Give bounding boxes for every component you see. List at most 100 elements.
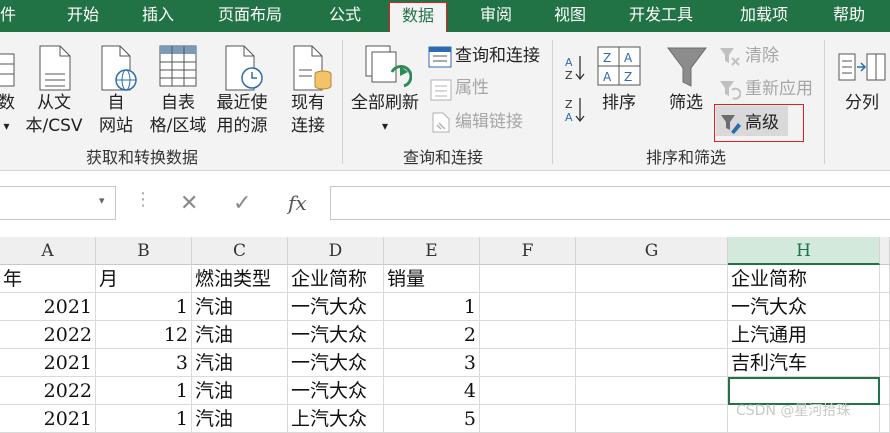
tab-file[interactable]: 件: [0, 0, 16, 32]
from-table-range-button[interactable]: 自表 格/区域: [146, 92, 210, 138]
edit-links-button[interactable]: 编辑链接: [455, 111, 523, 134]
tab-addins[interactable]: 加载项: [740, 0, 788, 32]
name-box-dropdown-icon[interactable]: ▾: [99, 194, 105, 207]
cell-d5[interactable]: 一汽大众: [288, 377, 384, 405]
cell-i4[interactable]: [880, 349, 890, 377]
cell-a2[interactable]: 2021: [0, 293, 96, 321]
clear-button[interactable]: 清除: [745, 45, 779, 68]
get-data-button[interactable]: 数 ▾: [0, 92, 15, 138]
tab-data[interactable]: 数据: [389, 2, 448, 32]
cell-i2[interactable]: [880, 293, 890, 321]
cell-d4[interactable]: 一汽大众: [288, 349, 384, 377]
advanced-filter-icon: [721, 115, 741, 134]
cell-f4[interactable]: [480, 349, 576, 377]
table-icon: [159, 45, 197, 87]
tab-review[interactable]: 审阅: [480, 0, 512, 32]
cell-a6[interactable]: 2021: [0, 405, 96, 433]
cell-e3[interactable]: 2: [384, 321, 480, 349]
cell-d1[interactable]: 企业简称: [288, 265, 384, 293]
cell-h4[interactable]: 吉利汽车: [728, 349, 880, 377]
cell-i5[interactable]: [880, 377, 890, 405]
existing-connections-button[interactable]: 现有 连接: [286, 92, 330, 138]
tab-help[interactable]: 帮助: [833, 0, 865, 32]
cell-i3[interactable]: [880, 321, 890, 349]
cell-a5[interactable]: 2022: [0, 377, 96, 405]
column-header-a[interactable]: A: [0, 237, 96, 265]
tab-insert[interactable]: 插入: [142, 0, 174, 32]
cell-a4[interactable]: 2021: [0, 349, 96, 377]
tab-developer[interactable]: 开发工具: [629, 0, 693, 32]
cell-c6[interactable]: 汽油: [192, 405, 288, 433]
column-header-c[interactable]: C: [192, 237, 288, 265]
column-header-e[interactable]: E: [384, 237, 480, 265]
column-header-b[interactable]: B: [96, 237, 192, 265]
insert-function-icon[interactable]: fx: [288, 191, 307, 215]
cell-f6[interactable]: [480, 405, 576, 433]
refresh-all-button[interactable]: 全部刷新 ▾: [346, 92, 424, 138]
recent-sources-button[interactable]: 最近使 用的源: [212, 92, 272, 138]
column-header-g[interactable]: G: [576, 237, 728, 265]
cell-c5[interactable]: 汽油: [192, 377, 288, 405]
formula-input[interactable]: [330, 186, 890, 220]
column-header-d[interactable]: D: [288, 237, 384, 265]
advanced-button[interactable]: 高级: [745, 112, 779, 135]
cell-h2[interactable]: 一汽大众: [728, 293, 880, 321]
filter-button[interactable]: 筛选: [664, 92, 708, 115]
cell-f3[interactable]: [480, 321, 576, 349]
cell-g3[interactable]: [576, 321, 728, 349]
cell-g5[interactable]: [576, 377, 728, 405]
cell-c2[interactable]: 汽油: [192, 293, 288, 321]
cell-a1[interactable]: 年: [0, 265, 96, 293]
database-icon: [0, 53, 15, 87]
cell-g2[interactable]: [576, 293, 728, 321]
from-text-csv-button[interactable]: 从文 本/CSV: [22, 92, 86, 138]
cell-g6[interactable]: [576, 405, 728, 433]
cell-i1[interactable]: [880, 265, 890, 293]
reapply-button[interactable]: 重新应用: [745, 78, 813, 101]
cell-f5[interactable]: [480, 377, 576, 405]
watermark: CSDN @星河拾珠: [736, 403, 851, 419]
cell-i6[interactable]: [880, 405, 890, 433]
cell-h1[interactable]: 企业简称: [728, 265, 880, 293]
tab-page-layout[interactable]: 页面布局: [218, 0, 282, 32]
cell-b1[interactable]: 月: [96, 265, 192, 293]
cell-d6[interactable]: 上汽大众: [288, 405, 384, 433]
cell-d2[interactable]: 一汽大众: [288, 293, 384, 321]
cell-g1[interactable]: [576, 265, 728, 293]
name-box[interactable]: ▾: [0, 186, 116, 220]
cell-h3[interactable]: 上汽通用: [728, 321, 880, 349]
properties-button[interactable]: 属性: [455, 77, 489, 100]
cell-f2[interactable]: [480, 293, 576, 321]
cell-e5[interactable]: 4: [384, 377, 480, 405]
cell-e6[interactable]: 5: [384, 405, 480, 433]
cell-g4[interactable]: [576, 349, 728, 377]
cell-f1[interactable]: [480, 265, 576, 293]
from-web-button[interactable]: 自网站: [96, 92, 136, 138]
queries-connections-button[interactable]: 查询和连接: [455, 45, 540, 68]
text-to-columns-button[interactable]: 分列: [840, 92, 884, 115]
enter-check-icon[interactable]: ✓: [233, 191, 251, 216]
cell-b4[interactable]: 3: [96, 349, 192, 377]
column-header-f[interactable]: F: [480, 237, 576, 265]
cell-e1[interactable]: 销量: [384, 265, 480, 293]
column-header-i[interactable]: [880, 237, 890, 265]
cell-c3[interactable]: 汽油: [192, 321, 288, 349]
cell-b5[interactable]: 1: [96, 377, 192, 405]
cell-b2[interactable]: 1: [96, 293, 192, 321]
tab-formulas[interactable]: 公式: [329, 0, 361, 32]
worksheet-grid: A B C D E F G H 年月燃油类型 企业简称 销量 企业简称 2021 1 汽油一…: [0, 237, 890, 433]
cell-e4[interactable]: 3: [384, 349, 480, 377]
column-header-h[interactable]: H: [728, 237, 880, 265]
cell-b6[interactable]: 1: [96, 405, 192, 433]
cell-d3[interactable]: 一汽大众: [288, 321, 384, 349]
tab-home[interactable]: 开始: [67, 0, 99, 32]
sort-button[interactable]: 排序: [598, 92, 640, 115]
cell-e2[interactable]: 1: [384, 293, 480, 321]
svg-text:A: A: [565, 111, 573, 124]
cell-c1[interactable]: 燃油类型: [192, 265, 288, 293]
tab-view[interactable]: 视图: [554, 0, 586, 32]
cell-c4[interactable]: 汽油: [192, 349, 288, 377]
cancel-icon[interactable]: ✕: [180, 191, 198, 216]
cell-a3[interactable]: 2022: [0, 321, 96, 349]
cell-b3[interactable]: 12: [96, 321, 192, 349]
